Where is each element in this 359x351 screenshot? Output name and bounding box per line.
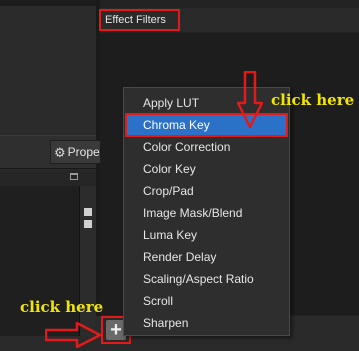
stop-icon[interactable] xyxy=(84,220,92,228)
menu-item-color-correction[interactable]: Color Correction xyxy=(124,136,289,158)
click-here-label-top: click here xyxy=(271,91,355,109)
undock-icon[interactable] xyxy=(70,173,78,180)
menu-item-image-mask-blend[interactable]: Image Mask/Blend xyxy=(124,202,289,224)
properties-button-label: Prope xyxy=(67,145,100,159)
arrow-right-icon xyxy=(45,322,101,348)
menu-item-apply-lut[interactable]: Apply LUT xyxy=(124,92,289,114)
list-header xyxy=(0,170,96,186)
menu-item-render-delay[interactable]: Render Delay xyxy=(124,246,289,268)
stop-icon[interactable] xyxy=(84,208,92,216)
effect-filters-title: Effect Filters xyxy=(99,9,180,31)
menu-item-crop-pad[interactable]: Crop/Pad xyxy=(124,180,289,202)
panel-top-bar xyxy=(0,0,96,6)
arrow-down-icon xyxy=(237,71,263,129)
menu-item-scaling-aspect-ratio[interactable]: Scaling/Aspect Ratio xyxy=(124,268,289,290)
menu-item-scroll[interactable]: Scroll xyxy=(124,290,289,312)
menu-item-color-key[interactable]: Color Key xyxy=(124,158,289,180)
menu-item-luma-key[interactable]: Luma Key xyxy=(124,224,289,246)
gear-icon: ⚙ xyxy=(54,144,66,160)
add-filter-menu: Apply LUT Chroma Key Color Correction Co… xyxy=(123,87,290,336)
click-here-label-bottom: click here xyxy=(20,298,104,316)
properties-button[interactable]: ⚙ Prope xyxy=(50,140,102,164)
menu-item-sharpen[interactable]: Sharpen xyxy=(124,312,289,334)
